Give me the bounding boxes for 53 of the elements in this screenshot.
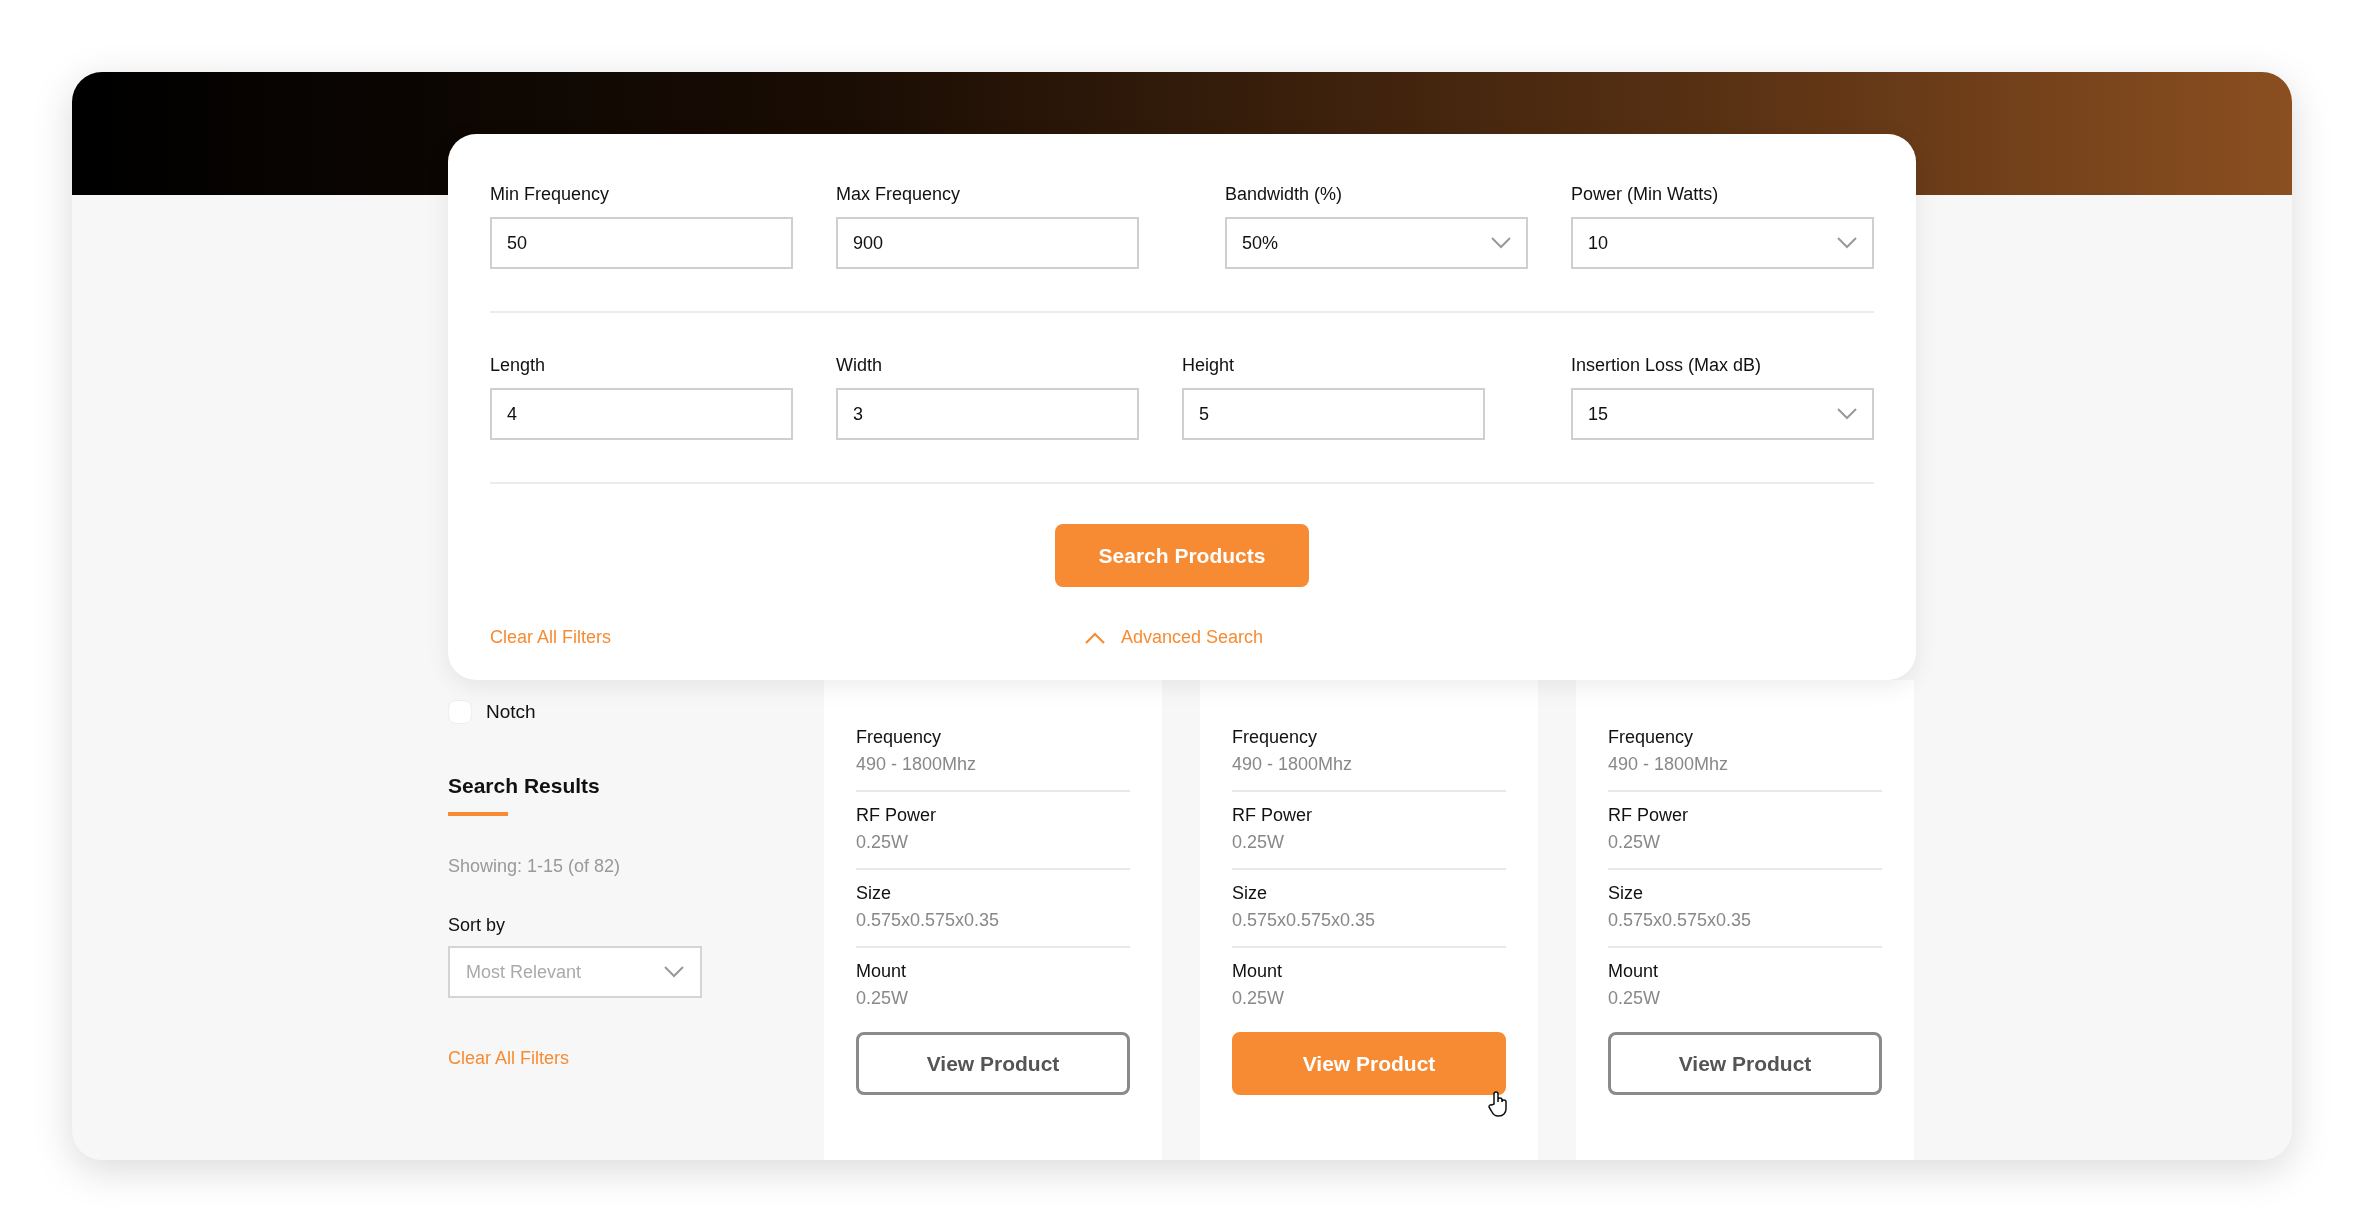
spec-value: 0.575x0.575x0.35 bbox=[1232, 909, 1377, 932]
spec-value: 0.25W bbox=[1608, 831, 1662, 854]
spec-value: 0.25W bbox=[856, 831, 910, 854]
spec-label: Mount bbox=[1608, 960, 1660, 983]
field-label: Width bbox=[836, 355, 883, 377]
input-field[interactable]: 50 bbox=[490, 217, 793, 269]
spec-label: Size bbox=[1608, 882, 1644, 905]
spec-value: 490 - 1800Mhz bbox=[856, 753, 978, 776]
chevron-down-icon bbox=[1837, 237, 1857, 249]
input-field[interactable]: 3 bbox=[836, 388, 1139, 440]
spec-label: Size bbox=[1232, 882, 1268, 905]
chevron-down-icon bbox=[664, 966, 684, 978]
spec-value: 0.25W bbox=[856, 987, 910, 1010]
sort-label: Sort by bbox=[448, 915, 506, 936]
input-field[interactable]: 900 bbox=[836, 217, 1139, 269]
field-label: Min Frequency bbox=[490, 184, 611, 206]
field-label: Length bbox=[490, 355, 547, 377]
dropdown[interactable]: 10 bbox=[1571, 217, 1874, 269]
spec-value: 0.575x0.575x0.35 bbox=[856, 909, 1001, 932]
spec-value: 0.575x0.575x0.35 bbox=[1608, 909, 1753, 932]
spec-value: 0.25W bbox=[1608, 987, 1662, 1010]
spec-label: Mount bbox=[1232, 960, 1284, 983]
results-count: Showing: 1-15 (of 82) bbox=[448, 856, 621, 877]
field-label: Insertion Loss (Max dB) bbox=[1571, 355, 1763, 377]
input-field[interactable]: 4 bbox=[490, 388, 793, 440]
spec-label: RF Power bbox=[1608, 804, 1689, 827]
chevron-up-icon bbox=[1085, 631, 1106, 644]
field-label: Bandwidth (%) bbox=[1225, 184, 1344, 206]
dropdown[interactable]: 50% bbox=[1225, 217, 1528, 269]
field-label: Height bbox=[1182, 355, 1236, 377]
spec-label: Frequency bbox=[856, 726, 943, 749]
spec-value: 490 - 1800Mhz bbox=[1608, 753, 1730, 776]
spec-label: RF Power bbox=[1232, 804, 1313, 827]
spec-label: Frequency bbox=[1232, 726, 1319, 749]
view-product-button[interactable]: View Product bbox=[1608, 1032, 1882, 1095]
chevron-down-icon bbox=[1491, 237, 1511, 249]
filter-label: Notch bbox=[486, 701, 536, 723]
spec-label: Size bbox=[856, 882, 892, 905]
spec-label: Mount bbox=[856, 960, 908, 983]
field-label: Max Frequency bbox=[836, 184, 962, 206]
view-product-button[interactable]: View Product bbox=[856, 1032, 1130, 1095]
heading-underline bbox=[448, 812, 508, 816]
spec-value: 0.25W bbox=[1232, 987, 1286, 1010]
field-label: Power (Min Watts) bbox=[1571, 184, 1720, 206]
input-field[interactable]: 5 bbox=[1182, 388, 1485, 440]
dropdown[interactable]: 15 bbox=[1571, 388, 1874, 440]
spec-value: 0.25W bbox=[1232, 831, 1286, 854]
chevron-down-icon bbox=[1837, 408, 1857, 420]
spec-label: RF Power bbox=[856, 804, 937, 827]
section-heading: Search Results bbox=[448, 774, 600, 798]
spec-label: Frequency bbox=[1608, 726, 1695, 749]
hand-cursor-icon bbox=[1488, 1091, 1510, 1117]
spec-value: 490 - 1800Mhz bbox=[1232, 753, 1354, 776]
